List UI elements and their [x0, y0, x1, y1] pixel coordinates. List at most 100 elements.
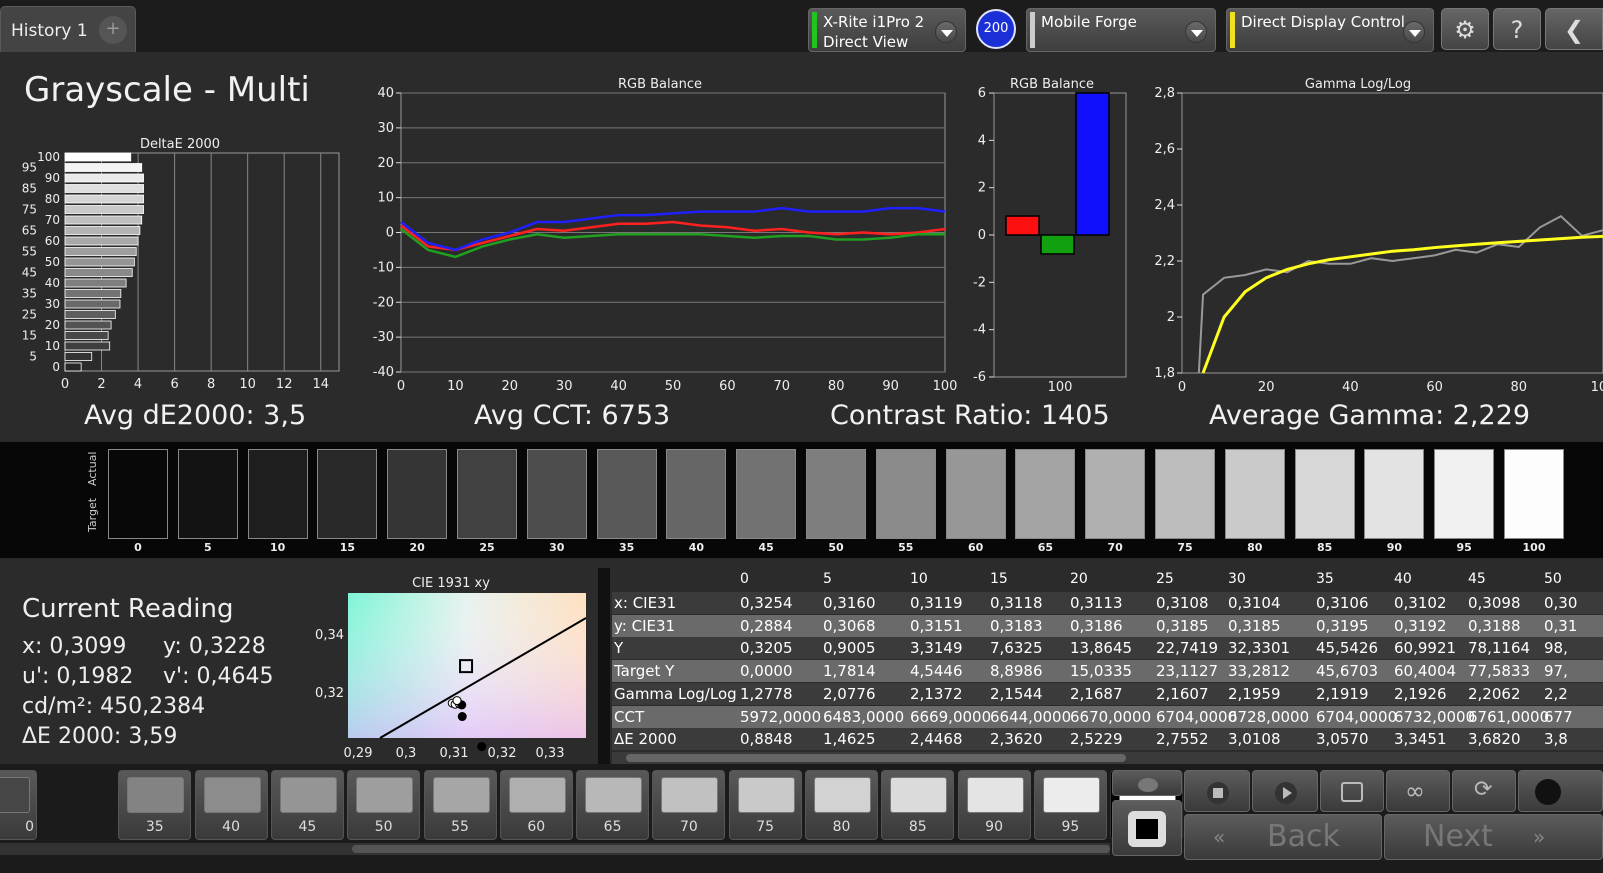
thumb-label: 35 [145, 819, 164, 835]
y-tick-label: 65 [22, 224, 37, 238]
play-button[interactable] [1252, 770, 1318, 812]
stop-toggle-button[interactable] [1112, 800, 1182, 856]
tab-history-1[interactable]: History 1 + [0, 6, 136, 52]
thumb[interactable]: 55 [423, 770, 497, 840]
thumb[interactable]: 65 [576, 770, 650, 840]
stop-button[interactable] [1184, 770, 1250, 812]
settings-button[interactable]: ⚙ [1441, 8, 1489, 50]
thumb[interactable]: 45 [270, 770, 344, 840]
thumb[interactable]: 95 [1033, 770, 1107, 840]
y-tick-label: 0,32 [315, 686, 344, 701]
stop-square-icon [1128, 811, 1166, 847]
grayscale-patch[interactable] [1015, 449, 1076, 539]
table-scroll-thumb[interactable] [626, 754, 1126, 762]
x-tick-label: 0,33 [536, 746, 565, 761]
table-cell: 2,1372 [910, 684, 963, 703]
chevron-down-icon [935, 21, 957, 43]
table-scrollbar[interactable] [612, 752, 1603, 764]
grayscale-patch[interactable] [806, 449, 866, 539]
table-cell: 2,1926 [1394, 684, 1447, 703]
grayscale-patch[interactable] [457, 449, 517, 539]
grayscale-patch[interactable] [875, 449, 936, 539]
table-row[interactable]: Y 0,3205 0,9005 3,3149 7,6325 13,8645 22,7419 3… [612, 637, 1603, 660]
back-button[interactable]: « Back [1184, 814, 1382, 860]
thumb[interactable]: 85 [881, 770, 955, 840]
add-tab-button[interactable]: + [99, 16, 127, 44]
delta-e-bar [64, 226, 141, 235]
meter-badge[interactable]: 200 [976, 9, 1016, 49]
table-cell: 2,0776 [823, 684, 876, 703]
help-button[interactable]: ? [1493, 8, 1541, 50]
thumb[interactable]: 50 [347, 770, 421, 840]
measure-window-button[interactable] [1320, 770, 1384, 812]
y-tick-label: 70 [45, 213, 60, 227]
table-cell: 2,7552 [1156, 730, 1209, 749]
record-button[interactable] [1518, 770, 1603, 812]
thumb-scroll-thumb[interactable] [352, 845, 1110, 853]
y-tick-label: 15 [22, 329, 37, 343]
table-row[interactable]: CCT 5972,0000 6483,0000 6669,0000 6644,0000 6… [612, 705, 1603, 728]
table-row[interactable]: y: CIE31 0,2884 0,3068 0,3151 0,3183 0,3186 0,… [612, 614, 1603, 637]
thumb[interactable]: 70 [652, 770, 726, 840]
table-cell: 0,2884 [740, 616, 793, 635]
table-header: 0 5 10 15 20 25 30 35 40 45 50 [610, 568, 1603, 592]
window-icon [1341, 782, 1363, 802]
table-row[interactable]: Target Y 0,0000 1,7814 4,5446 8,8986 15,0335 2… [612, 660, 1603, 683]
display-label: Direct Display Control [1241, 13, 1405, 31]
column-header: 10 [910, 571, 928, 587]
thumb[interactable]: 75 [728, 770, 802, 840]
grayscale-patch[interactable] [387, 449, 448, 539]
table-cell: 45,6703 [1316, 662, 1379, 681]
stop-icon [1207, 782, 1229, 804]
table-row[interactable]: Gamma Log/Log 1,2778 2,0776 2,1372 2,1544 2,1… [612, 682, 1603, 705]
display-dropdown[interactable]: Direct Display Control [1226, 8, 1434, 52]
grayscale-patch[interactable] [526, 449, 587, 539]
thumb[interactable]: 60 [499, 770, 573, 840]
table-cell: 0,30 [1544, 594, 1578, 612]
grayscale-patch[interactable] [1434, 449, 1495, 539]
chart-title: CIE 1931 xy [412, 576, 490, 591]
grayscale-patch[interactable] [247, 449, 308, 539]
grayscale-patch[interactable] [1085, 449, 1146, 539]
meter-dropdown[interactable]: X-Rite i1Pro 2 Direct View [808, 8, 966, 52]
thumb[interactable]: 90 [957, 770, 1031, 840]
source-dropdown[interactable]: Mobile Forge [1026, 8, 1216, 52]
thumb-scrollbar[interactable] [0, 843, 1110, 855]
table-row[interactable]: ΔE 2000 0,8848 1,4625 2,4468 2,3620 2,5229 2,7… [612, 728, 1603, 751]
grayscale-patch[interactable] [317, 449, 378, 539]
grayscale-patch[interactable] [1224, 449, 1285, 539]
y-tick-label: 35 [22, 287, 37, 301]
grayscale-patch[interactable] [666, 449, 727, 539]
thumb[interactable]: 0 [0, 770, 37, 840]
grayscale-patch[interactable] [736, 449, 797, 539]
scroll-up-button[interactable] [1112, 770, 1182, 796]
next-button[interactable]: Next » [1384, 814, 1603, 860]
grayscale-patch[interactable] [1364, 449, 1425, 539]
grayscale-patch[interactable] [177, 449, 238, 539]
next-label: Next [1423, 819, 1493, 854]
thumb[interactable]: 40 [194, 770, 268, 840]
grayscale-patch[interactable] [108, 449, 168, 539]
grayscale-patch[interactable] [1155, 449, 1215, 539]
thumb[interactable]: 80 [805, 770, 878, 840]
y-tick-label: 80 [45, 192, 60, 206]
continuous-button[interactable]: ∞ [1386, 770, 1450, 812]
table-cell: 2,2 [1544, 684, 1568, 703]
refresh-button[interactable]: ⟳ [1452, 770, 1516, 812]
delta-e-bar [64, 215, 143, 225]
thumb[interactable]: 35 [118, 770, 192, 840]
delta-e-bar [64, 184, 144, 193]
patch-label: 10 [269, 541, 286, 554]
collapse-button[interactable]: ❮ [1545, 8, 1603, 50]
table-row[interactable]: x: CIE31 0,3254 0,3160 0,3119 0,3118 0,3113 0,… [612, 592, 1603, 614]
grayscale-patch[interactable] [945, 449, 1006, 539]
table-cell: 0,3108 [1156, 594, 1209, 612]
grayscale-patch[interactable] [1294, 449, 1355, 539]
grayscale-patch[interactable] [596, 449, 657, 539]
reading-x: x: 0,3099 [22, 634, 127, 659]
x-tick-label: 80 [828, 379, 845, 394]
table-cell: 0,3113 [1070, 594, 1123, 612]
column-header: 0 [740, 571, 749, 587]
grayscale-patch[interactable] [1504, 449, 1564, 539]
table-cell: 0,31 [1544, 616, 1578, 635]
